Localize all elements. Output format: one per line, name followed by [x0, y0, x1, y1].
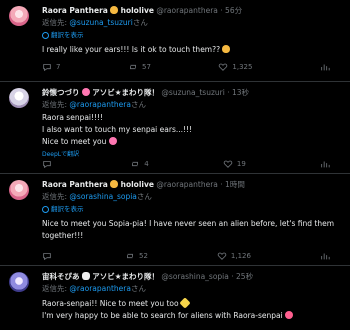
post-text-line: Raora senpai!!!!: [42, 113, 104, 122]
views-button[interactable]: [320, 159, 330, 169]
post-text: Raora-senpai!! Nice to meet you too I'm …: [42, 297, 342, 322]
handle[interactable]: @sorashina_sopia: [161, 272, 228, 281]
views-icon: [321, 64, 330, 71]
reply-to-link[interactable]: @sorashina_sopia: [69, 192, 136, 201]
reply-to-link[interactable]: @suzuna_tsuzuri: [69, 18, 132, 27]
like-count: 19: [236, 160, 246, 168]
like-icon: [217, 252, 227, 260]
display-name[interactable]: 宙科そぴあ: [42, 272, 80, 281]
like-icon: [219, 63, 228, 71]
post-text: Raora senpai!!!! I also want to touch my…: [42, 112, 342, 148]
sparkle-emoji: [179, 297, 191, 309]
like-button[interactable]: 1,325: [218, 62, 252, 72]
cat-emoji: [110, 6, 119, 14]
reply-button[interactable]: [42, 251, 56, 261]
post-text: Nice to meet you Sopia-pia! I have never…: [42, 218, 342, 242]
post-text-line: I'm very happy to be able to search for …: [42, 311, 283, 320]
views-icon: [321, 253, 330, 260]
handle[interactable]: @suzuna_tsuzuri: [161, 88, 224, 97]
repost-icon: [127, 253, 133, 259]
repost-count: 4: [144, 160, 149, 168]
repost-count: 52: [139, 252, 148, 260]
flower-emoji: [108, 137, 117, 145]
like-button[interactable]: 19: [223, 159, 246, 169]
post-text-body: Nice to meet you Sopia-pia! I have never…: [42, 219, 335, 240]
avatar[interactable]: [9, 88, 29, 108]
cat-emoji: [110, 180, 119, 188]
reply-button[interactable]: 7: [42, 62, 60, 72]
timestamp[interactable]: · 25秒: [231, 272, 253, 281]
reply-button[interactable]: [42, 159, 56, 169]
reply-to-link[interactable]: @raorapanthera: [69, 284, 131, 293]
timestamp[interactable]: · 56分: [220, 6, 242, 15]
like-button[interactable]: 1,126: [217, 251, 251, 261]
reply-suffix: さん: [130, 100, 146, 109]
reply-count: 7: [56, 63, 61, 71]
avatar[interactable]: [9, 272, 29, 292]
org-badge: hololive: [120, 180, 154, 189]
reply-suffix: さん: [132, 18, 148, 27]
globe-icon: [42, 205, 49, 213]
globe-icon: [42, 31, 49, 39]
reply-label: 返信先:: [42, 100, 68, 109]
post-2[interactable]: 鈴懐つづり アソビ★まわり隊！ @suzuna_tsuzuri · 13秒 返信…: [0, 82, 350, 174]
org-badge: hololive: [120, 6, 154, 15]
like-icon: [223, 160, 233, 168]
alien-emoji: [81, 272, 90, 280]
deepl-translate-link[interactable]: DeepLで翻訳: [42, 149, 79, 158]
repost-button[interactable]: 52: [125, 251, 148, 261]
display-name-suffix: アソビ★まわり隊！: [92, 272, 160, 281]
translate-button[interactable]: 翻訳を表示: [42, 30, 84, 40]
repost-icon: [132, 161, 139, 167]
reply-label: 返信先:: [42, 192, 68, 201]
timestamp[interactable]: · 1時間: [220, 180, 245, 189]
views-icon: [321, 161, 330, 168]
display-name[interactable]: Raora Panthera: [42, 6, 108, 15]
translate-label: 翻訳を表示: [51, 205, 84, 213]
like-count: 1,126: [230, 252, 251, 260]
views-button[interactable]: [320, 251, 330, 261]
post-text-line: I also want to touch my senpai ears...!!…: [42, 125, 193, 134]
translate-label: 翻訳を表示: [51, 31, 84, 39]
post-text-line: Raora-senpai!! Nice to meet you too: [42, 299, 179, 308]
post-text: I really like your ears!!! Is it ok to t…: [42, 45, 221, 54]
display-name[interactable]: Raora Panthera: [42, 180, 108, 189]
repost-icon: [130, 64, 136, 70]
reply-label: 返信先:: [42, 18, 68, 27]
repost-count: 57: [141, 63, 151, 71]
reply-icon: [43, 161, 51, 169]
like-count: 1,325: [232, 63, 253, 71]
heart-emoji: [285, 311, 294, 319]
avatar[interactable]: [9, 180, 29, 200]
reply-icon: [43, 64, 51, 72]
display-name[interactable]: 鈴懐つづり: [42, 88, 80, 97]
reply-suffix: さん: [136, 192, 152, 201]
repost-button[interactable]: 57: [128, 62, 151, 72]
display-name-suffix: アソビ★まわり隊！: [92, 88, 160, 97]
avatar[interactable]: [9, 6, 29, 26]
translate-button[interactable]: 翻訳を表示: [42, 204, 84, 214]
cat-emoji: [222, 45, 231, 53]
timestamp[interactable]: · 13秒: [227, 88, 249, 97]
post-3[interactable]: Raora Panthera hololive @raorapanthera ·…: [0, 174, 350, 266]
reply-to-link[interactable]: @raorapanthera: [69, 100, 131, 109]
repost-button[interactable]: 4: [130, 159, 149, 169]
post-text-line: Nice to meet you: [42, 137, 107, 146]
views-button[interactable]: [320, 62, 330, 72]
post-1[interactable]: Raora Panthera hololive @raorapanthera ·…: [0, 0, 350, 82]
flower-emoji: [81, 88, 90, 96]
reply-label: 返信先:: [42, 284, 68, 293]
handle[interactable]: @raorapanthera: [156, 180, 218, 189]
reply-icon: [43, 253, 51, 261]
reply-suffix: さん: [130, 284, 146, 293]
handle[interactable]: @raorapanthera: [156, 6, 218, 15]
post-4[interactable]: 宙科そぴあ アソビ★まわり隊！ @sorashina_sopia · 25秒 返…: [0, 266, 350, 330]
